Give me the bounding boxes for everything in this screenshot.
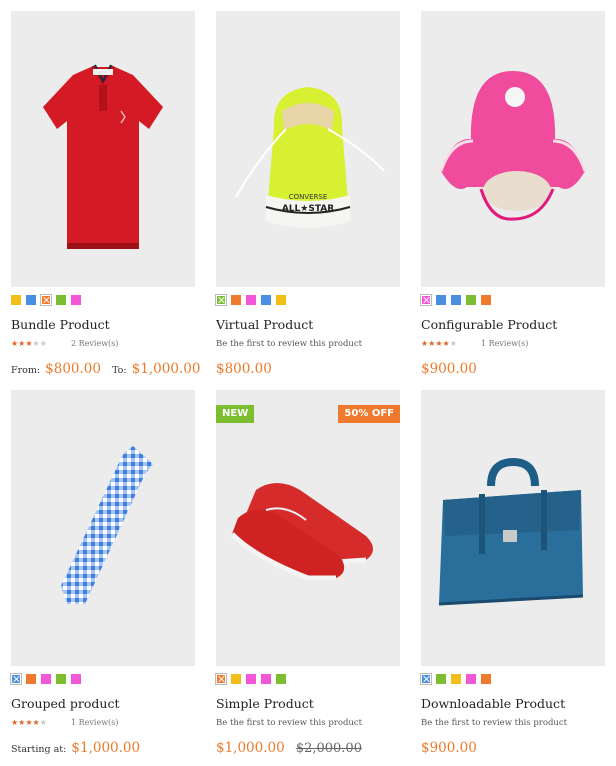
price-row: Starting at: $1,000.00 xyxy=(11,737,140,756)
first-review-link[interactable]: Be the first to review this product xyxy=(216,339,362,349)
color-swatch[interactable] xyxy=(56,295,66,305)
product-image-blue-tie[interactable] xyxy=(11,390,195,666)
first-review-link[interactable]: Be the first to review this product xyxy=(216,718,362,728)
product-card-simple[interactable]: NEW 50% OFF Simple Product Be the first … xyxy=(215,390,400,756)
product-name[interactable]: Configurable Product xyxy=(421,317,557,332)
old-price: $2,000.00 xyxy=(295,741,362,756)
color-swatch[interactable] xyxy=(71,295,81,305)
product-image-blue-briefcase[interactable] xyxy=(421,390,605,666)
product-card-downloadable[interactable]: Downloadable Product Be the first to rev… xyxy=(420,390,605,756)
color-swatch[interactable] xyxy=(26,674,36,684)
review-count-link[interactable]: 1 Review(s) xyxy=(481,339,528,348)
review-count-link[interactable]: 2 Review(s) xyxy=(71,339,118,348)
price-row: $900.00 xyxy=(421,358,477,377)
svg-text:CONVERSE: CONVERSE xyxy=(289,193,328,201)
color-swatch[interactable] xyxy=(246,674,256,684)
color-swatch[interactable] xyxy=(481,295,491,305)
price: $800.00 xyxy=(216,361,272,377)
color-swatch[interactable] xyxy=(466,674,476,684)
review-count-link[interactable]: 1 Review(s) xyxy=(71,718,118,727)
starting-at-label: Starting at: xyxy=(11,744,67,755)
product-card-grouped[interactable]: Grouped product ★★★★★ 1 Review(s) Starti… xyxy=(10,390,195,756)
color-swatch-selected[interactable] xyxy=(420,294,432,306)
product-name[interactable]: Bundle Product xyxy=(11,317,110,332)
price: $900.00 xyxy=(421,740,477,756)
color-swatch[interactable] xyxy=(466,295,476,305)
svg-text:ALL★STAR: ALL★STAR xyxy=(282,204,334,214)
color-swatch[interactable] xyxy=(276,674,286,684)
color-swatch[interactable] xyxy=(451,674,461,684)
color-swatch[interactable] xyxy=(11,295,21,305)
product-image-red-polo[interactable] xyxy=(11,11,195,287)
rating-stars: ★★★★★ xyxy=(11,718,47,727)
product-name[interactable]: Virtual Product xyxy=(216,317,313,332)
price-row: $800.00 xyxy=(216,358,272,377)
price: $900.00 xyxy=(421,361,477,377)
price-row: $1,000.00 $2,000.00 xyxy=(216,737,362,756)
color-swatch[interactable] xyxy=(261,674,271,684)
color-swatch[interactable] xyxy=(451,295,461,305)
rating-stars: ★★★★★ xyxy=(11,339,47,348)
price-to: $1,000.00 xyxy=(131,361,201,377)
color-swatch[interactable] xyxy=(26,295,36,305)
price-range: From: $800.00 To: $1,000.00 xyxy=(11,358,200,377)
product-name[interactable]: Grouped product xyxy=(11,696,120,711)
color-swatch[interactable] xyxy=(56,674,66,684)
price-row: $900.00 xyxy=(421,737,477,756)
color-swatch-selected[interactable] xyxy=(40,294,52,306)
product-card-bundle[interactable]: Bundle Product ★★★★★ 2 Review(s) From: $… xyxy=(11,11,200,377)
color-swatch[interactable] xyxy=(41,674,51,684)
badge-sale: 50% OFF xyxy=(338,405,400,423)
color-swatch[interactable] xyxy=(231,295,241,305)
color-swatch[interactable] xyxy=(436,295,446,305)
color-swatch-selected[interactable] xyxy=(10,673,22,685)
product-name[interactable]: Downloadable Product xyxy=(421,696,565,711)
color-swatch[interactable] xyxy=(231,674,241,684)
first-review-link[interactable]: Be the first to review this product xyxy=(421,718,567,728)
product-card-configurable[interactable]: Configurable Product ★★★★★ 1 Review(s) $… xyxy=(420,11,605,377)
color-swatch[interactable] xyxy=(261,295,271,305)
color-swatch[interactable] xyxy=(246,295,256,305)
product-image-red-boat-shoes[interactable]: NEW 50% OFF xyxy=(216,390,400,666)
color-swatch-selected[interactable] xyxy=(420,673,432,685)
product-name[interactable]: Simple Product xyxy=(216,696,314,711)
price-from: $800.00 xyxy=(45,361,101,377)
color-swatch[interactable] xyxy=(436,674,446,684)
product-image-pink-hat[interactable] xyxy=(421,11,605,287)
color-swatch[interactable] xyxy=(276,295,286,305)
rating-stars: ★★★★★ xyxy=(421,339,457,348)
price-to-label: To: xyxy=(112,365,127,376)
product-image-yellow-sneaker[interactable]: CONVERSE ALL★STAR xyxy=(216,11,400,287)
badge-new: NEW xyxy=(216,405,255,423)
special-price: $1,000.00 xyxy=(216,740,285,756)
color-swatch-selected[interactable] xyxy=(215,673,227,685)
product-card-virtual[interactable]: CONVERSE ALL★STAR Virtual Product Be the… xyxy=(215,11,400,377)
color-swatch-selected[interactable] xyxy=(215,294,227,306)
color-swatch[interactable] xyxy=(481,674,491,684)
price-from-label: From: xyxy=(11,365,41,376)
color-swatch[interactable] xyxy=(71,674,81,684)
price: $1,000.00 xyxy=(71,740,141,756)
